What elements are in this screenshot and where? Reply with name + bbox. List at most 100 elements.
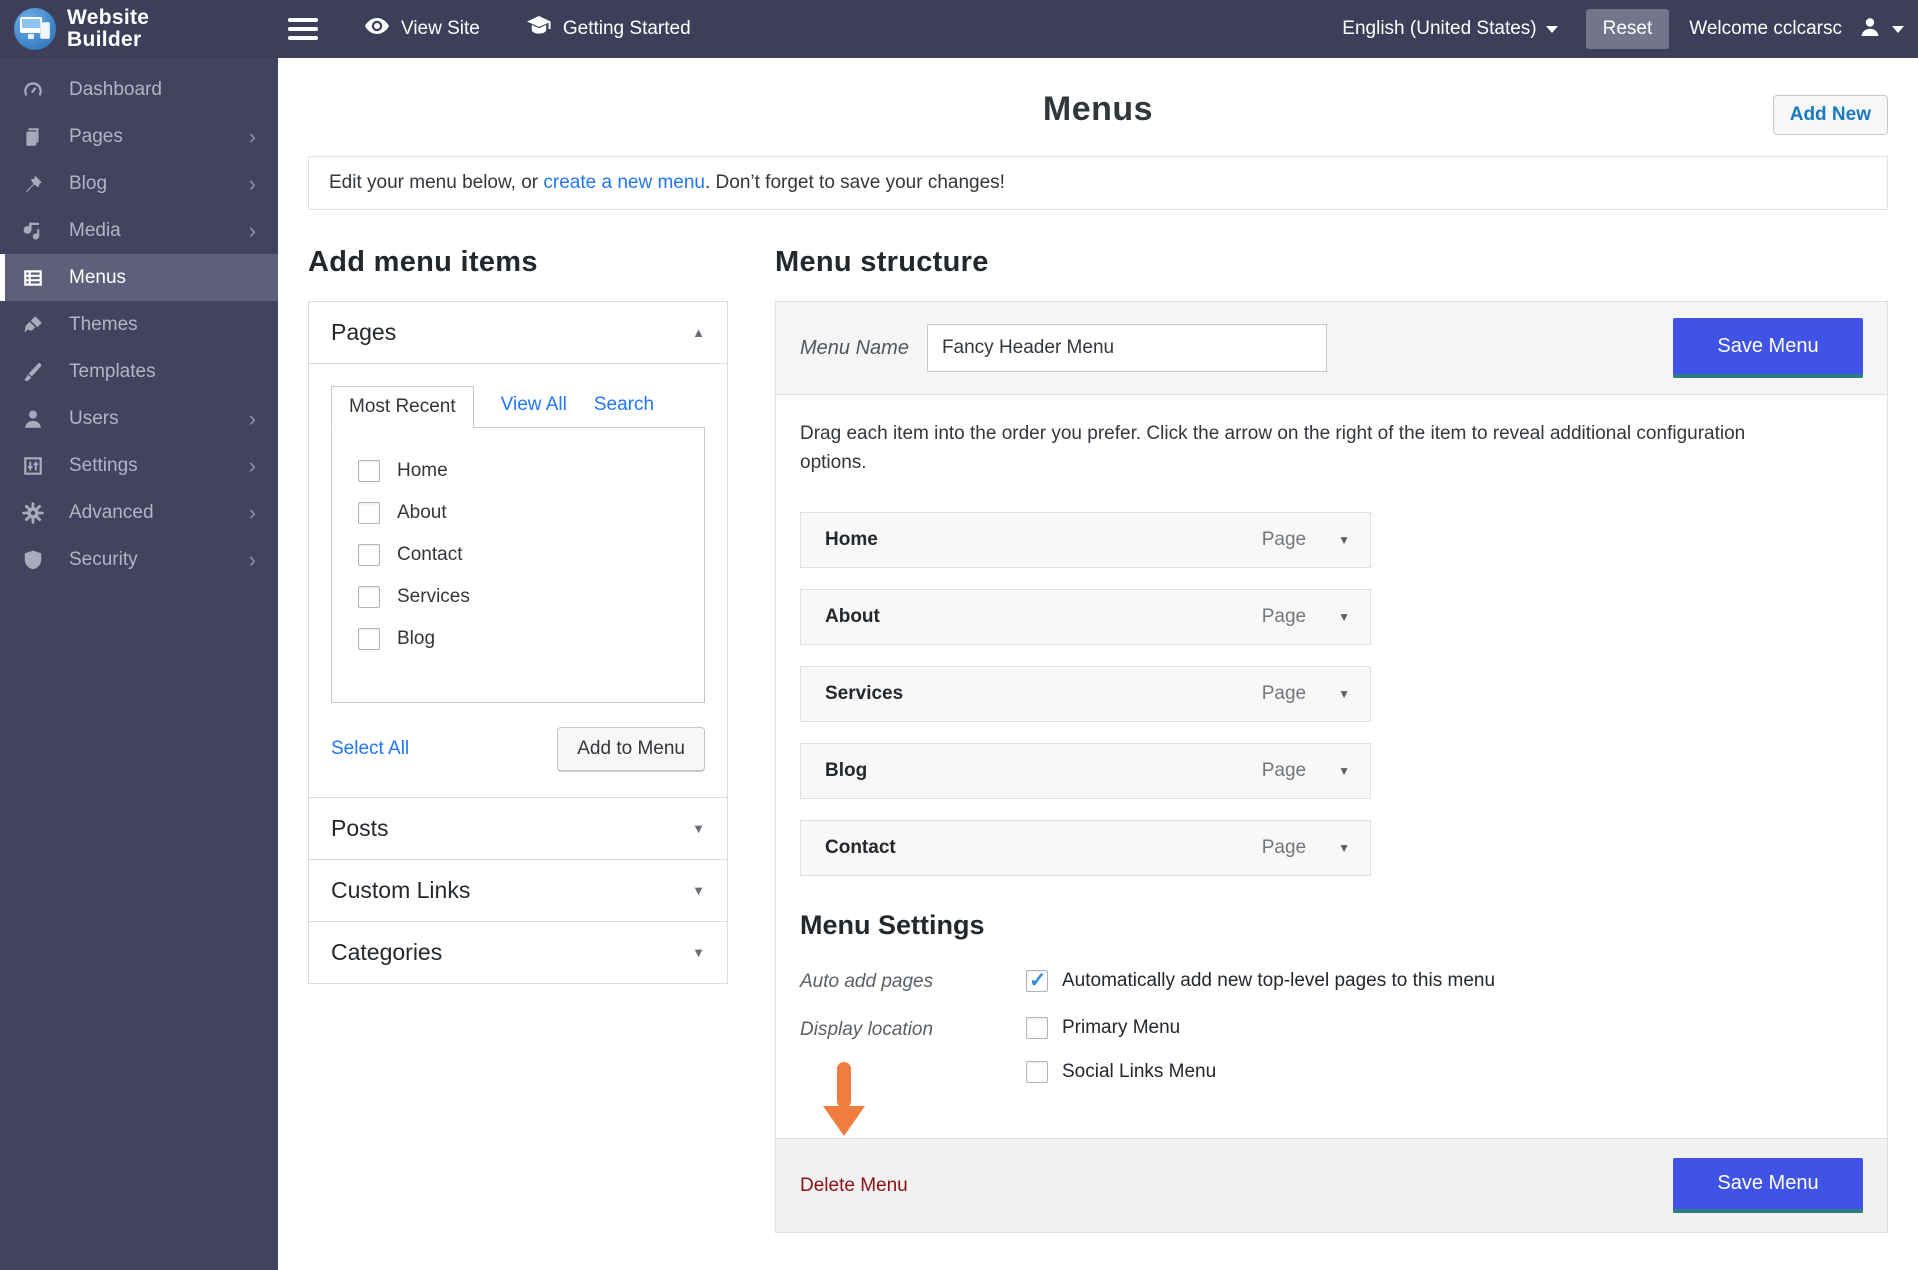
tab-search[interactable]: Search	[594, 394, 654, 427]
auto-add-pages-row: Auto add pages Automatically add new top…	[800, 969, 1863, 993]
drag-instructions: Drag each item into the order you prefer…	[800, 419, 1790, 478]
chevron-right-icon: ›	[249, 220, 256, 242]
hamburger-menu-icon[interactable]	[288, 13, 318, 45]
menu-item-blog[interactable]: Blog Page ▼	[800, 743, 1371, 799]
page-checkbox-row-blog[interactable]: Blog	[332, 618, 704, 660]
sidebar-item-pages[interactable]: Pages ›	[0, 113, 278, 160]
chevron-right-icon: ›	[249, 549, 256, 571]
item-type-label: Page	[1262, 683, 1306, 705]
chevron-down-icon	[1892, 26, 1904, 33]
page-checkbox-row-home[interactable]: Home	[332, 450, 704, 492]
item-expand-arrow-icon[interactable]: ▼	[1338, 841, 1350, 855]
language-selector[interactable]: English (United States)	[1342, 18, 1557, 40]
auto-add-checkbox[interactable]	[1026, 970, 1048, 992]
menu-structure-panel: Menu Name Save Menu Drag each item into …	[775, 301, 1888, 1233]
edit-menu-notice: Edit your menu below, or create a new me…	[308, 156, 1888, 210]
add-to-menu-button[interactable]: Add to Menu	[557, 727, 705, 771]
menu-structure-heading: Menu structure	[775, 246, 1888, 279]
accordion-categories-header[interactable]: Categories ▼	[309, 922, 727, 983]
checkbox[interactable]	[358, 586, 380, 608]
item-expand-arrow-icon[interactable]: ▼	[1338, 764, 1350, 778]
select-all-link[interactable]: Select All	[331, 738, 409, 760]
brush-icon	[21, 314, 45, 336]
add-menu-items-heading: Add menu items	[308, 246, 728, 279]
social-links-menu-option[interactable]: Social Links Menu	[1026, 1061, 1216, 1083]
checkbox[interactable]	[358, 460, 380, 482]
sidebar-item-media[interactable]: Media ›	[0, 207, 278, 254]
save-menu-button-top[interactable]: Save Menu	[1673, 318, 1863, 378]
page-checkbox-row-services[interactable]: Services	[332, 576, 704, 618]
menu-name-input[interactable]	[927, 324, 1327, 372]
sidebar-item-blog[interactable]: Blog ›	[0, 160, 278, 207]
item-expand-arrow-icon[interactable]: ▼	[1338, 610, 1350, 624]
reset-button[interactable]: Reset	[1586, 9, 1670, 49]
add-new-button[interactable]: Add New	[1773, 95, 1888, 135]
page-title: Menus	[308, 58, 1888, 129]
display-location-row: Display location Primary Menu Social Lin…	[800, 1017, 1863, 1083]
tab-view-all[interactable]: View All	[501, 394, 567, 427]
menu-structure-footer: Delete Menu Save Menu	[776, 1138, 1887, 1232]
item-expand-arrow-icon[interactable]: ▼	[1338, 687, 1350, 701]
app-logo[interactable]: Website Builder	[0, 7, 278, 52]
sidebar-item-security[interactable]: Security ›	[0, 536, 278, 583]
sidebar-item-menus[interactable]: Menus	[0, 254, 278, 301]
delete-menu-link[interactable]: Delete Menu	[800, 1175, 908, 1197]
display-location-label: Display location	[800, 1017, 1026, 1083]
view-site-link[interactable]: View Site	[364, 16, 480, 42]
primary-menu-checkbox[interactable]	[1026, 1017, 1048, 1039]
gear-icon	[21, 502, 45, 524]
expand-arrow-icon[interactable]: ▼	[692, 945, 705, 960]
page-checkbox-row-contact[interactable]: Contact	[332, 534, 704, 576]
social-links-menu-checkbox[interactable]	[1026, 1061, 1048, 1083]
add-menu-items-panel: Pages ▲ Most Recent View All Search H	[308, 301, 728, 984]
menu-item-about[interactable]: About Page ▼	[800, 589, 1371, 645]
tab-most-recent[interactable]: Most Recent	[331, 386, 474, 428]
sidebar-item-templates[interactable]: Templates	[0, 348, 278, 395]
menus-list-icon	[21, 267, 45, 289]
gauge-icon	[21, 79, 45, 101]
item-expand-arrow-icon[interactable]: ▼	[1338, 533, 1350, 547]
menu-item-contact[interactable]: Contact Page ▼	[800, 820, 1371, 876]
sidebar-item-themes[interactable]: Themes	[0, 301, 278, 348]
sidebar-item-settings[interactable]: Settings ›	[0, 442, 278, 489]
pages-icon	[21, 126, 45, 148]
menu-name-label: Menu Name	[800, 337, 909, 360]
item-type-label: Page	[1262, 606, 1306, 628]
checkbox[interactable]	[358, 502, 380, 524]
chevron-right-icon: ›	[249, 502, 256, 524]
auto-add-option[interactable]: Automatically add new top-level pages to…	[1026, 969, 1495, 993]
menu-item-services[interactable]: Services Page ▼	[800, 666, 1371, 722]
expand-arrow-icon[interactable]: ▼	[692, 821, 705, 836]
eye-icon	[364, 16, 390, 42]
user-account-menu[interactable]	[1858, 15, 1904, 44]
getting-started-link[interactable]: Getting Started	[526, 15, 691, 43]
sidebar-nav: Dashboard Pages › Blog › Media › Menus T…	[0, 58, 278, 1270]
welcome-user-label: Welcome cclcarsc	[1689, 18, 1842, 40]
accordion-posts-header[interactable]: Posts ▼	[309, 798, 727, 859]
sidebar-item-users[interactable]: Users ›	[0, 395, 278, 442]
user-icon	[21, 408, 45, 430]
pages-tabs: Most Recent View All Search	[331, 386, 705, 427]
menu-settings-heading: Menu Settings	[800, 910, 1863, 941]
page-checkbox-row-about[interactable]: About	[332, 492, 704, 534]
chevron-down-icon	[1546, 26, 1558, 33]
menu-item-home[interactable]: Home Page ▼	[800, 512, 1371, 568]
create-new-menu-link[interactable]: create a new menu	[543, 172, 705, 193]
item-type-label: Page	[1262, 529, 1306, 551]
top-bar: Website Builder View Site Getting Starte…	[0, 0, 1918, 58]
pages-panel-body: Most Recent View All Search Home Ab	[309, 363, 727, 797]
chevron-right-icon: ›	[249, 408, 256, 430]
collapse-arrow-icon[interactable]: ▲	[692, 325, 705, 340]
sidebar-item-advanced[interactable]: Advanced ›	[0, 489, 278, 536]
save-menu-button-bottom[interactable]: Save Menu	[1673, 1158, 1863, 1213]
checkbox[interactable]	[358, 628, 380, 650]
expand-arrow-icon[interactable]: ▼	[692, 883, 705, 898]
accordion-pages-header[interactable]: Pages ▲	[309, 302, 727, 363]
accordion-custom-links-header[interactable]: Custom Links ▼	[309, 860, 727, 921]
checkbox[interactable]	[358, 544, 380, 566]
website-builder-logo-icon	[14, 8, 56, 50]
media-icon	[21, 220, 45, 242]
sidebar-item-dashboard[interactable]: Dashboard	[0, 66, 278, 113]
chevron-right-icon: ›	[249, 126, 256, 148]
primary-menu-option[interactable]: Primary Menu	[1026, 1017, 1216, 1039]
